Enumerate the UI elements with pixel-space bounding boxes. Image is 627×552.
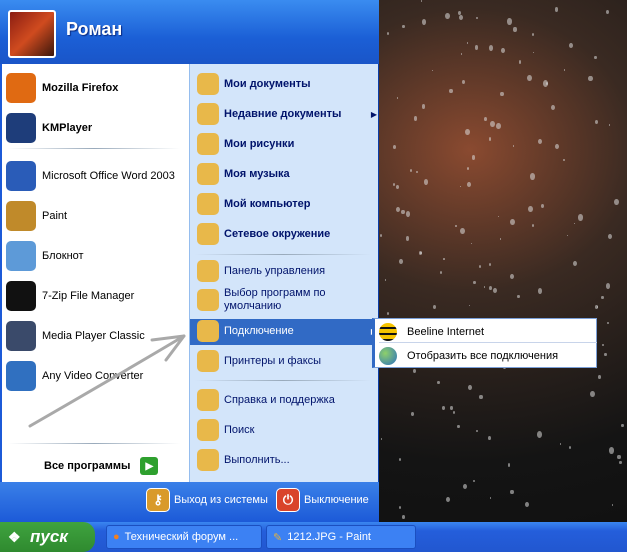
drawn-arrow xyxy=(28,334,186,428)
task-label: 1212.JPG - Paint xyxy=(287,531,371,543)
taskbar-button-paint[interactable]: ✎ 1212.JPG - Paint xyxy=(266,525,416,549)
firefox-icon: ● xyxy=(113,531,120,543)
taskbar: ❖ пуск ● Технический форум ... ✎ 1212.JPG -… xyxy=(0,522,627,552)
task-label: Технический форум ... xyxy=(124,531,239,543)
windows-logo-icon: ❖ xyxy=(8,528,21,545)
taskbar-button-firefox[interactable]: ● Технический форум ... xyxy=(106,525,262,549)
paint-icon: ✎ xyxy=(273,531,283,544)
start-button[interactable]: ❖ пуск xyxy=(0,522,95,552)
start-label: пуск xyxy=(30,527,68,546)
